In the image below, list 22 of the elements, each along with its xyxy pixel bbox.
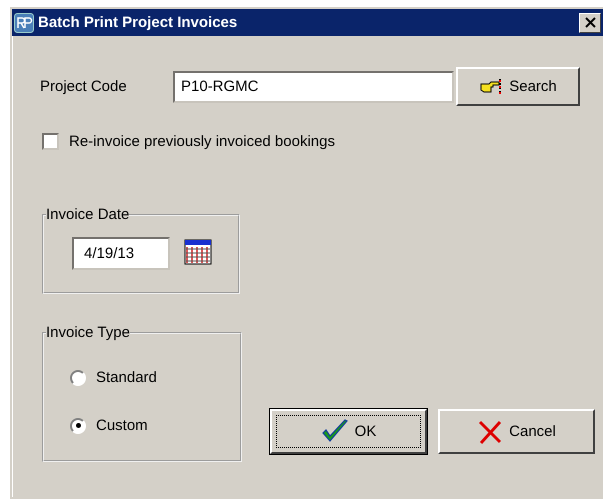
checkmark-icon [320, 418, 349, 444]
field-label: Project Code [40, 78, 128, 95]
radio-label: Custom [96, 417, 148, 434]
group-title: Invoice Type [46, 324, 130, 341]
checkbox-label: Re-invoice previously invoiced bookings [69, 133, 335, 150]
calendar-icon[interactable] [184, 238, 212, 264]
cancel-button[interactable]: Cancel [438, 409, 595, 454]
date-field[interactable]: 4/19/13 [72, 237, 170, 270]
window-title: Batch Print Project Invoices [38, 14, 238, 31]
radio-button[interactable] [70, 370, 86, 386]
radio-label: Standard [96, 369, 157, 386]
project-code-field[interactable]: P10-RGMC [173, 70, 454, 102]
pointing-hand-icon [479, 78, 504, 96]
ok-button[interactable]: OK [270, 409, 427, 454]
search-button[interactable]: Search [456, 67, 580, 106]
app-logo-icon [14, 12, 34, 32]
cross-icon [477, 418, 504, 444]
close-button[interactable] [579, 12, 601, 32]
close-icon [584, 17, 596, 28]
radio-button[interactable] [70, 418, 86, 434]
checkbox[interactable] [42, 133, 59, 150]
group-title: Invoice Date [46, 206, 130, 223]
